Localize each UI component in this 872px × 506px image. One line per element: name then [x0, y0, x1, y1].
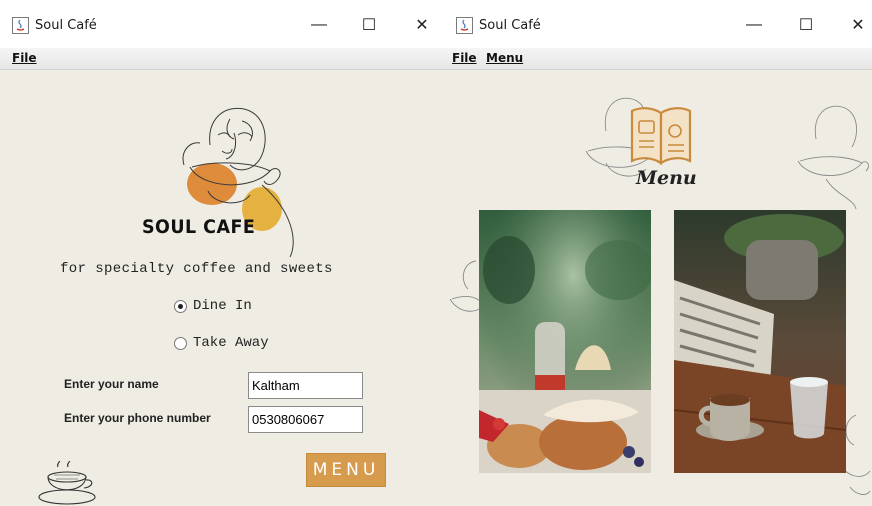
- maximize-button[interactable]: ☐: [786, 10, 826, 40]
- menu-window: Soul Café — ☐ ✕ File Menu Menu: [444, 0, 872, 506]
- login-window: Soul Café — ☐ ✕ File SOUL CAFE for speci…: [0, 0, 444, 506]
- phone-field[interactable]: [248, 406, 363, 433]
- menu-panel: Menu: [444, 71, 872, 506]
- radio-dine-in[interactable]: Dine In: [174, 298, 252, 314]
- menu-heading: Menu: [636, 167, 697, 189]
- pancakes-dessert-photo: [479, 210, 651, 473]
- radio-unselected-icon: [174, 336, 187, 350]
- sketch-face-decoration: [797, 105, 869, 209]
- phone-label: Enter your phone number: [64, 411, 211, 425]
- close-button[interactable]: ✕: [402, 10, 442, 40]
- close-icon: ✕: [851, 17, 865, 34]
- name-label: Enter your name: [64, 377, 159, 391]
- menu-bar: File: [0, 48, 444, 70]
- radio-label: Dine In: [193, 298, 252, 314]
- java-app-icon: [456, 17, 473, 34]
- brand-name: SOUL CAFE: [142, 216, 256, 238]
- minimize-button[interactable]: —: [299, 10, 339, 40]
- minimize-button[interactable]: —: [734, 10, 774, 40]
- maximize-button[interactable]: ☐: [349, 10, 389, 40]
- title-bar[interactable]: Soul Café — ☐ ✕: [444, 0, 872, 48]
- window-title: Soul Café: [479, 18, 541, 33]
- radio-take-away[interactable]: Take Away: [174, 335, 269, 351]
- login-panel: SOUL CAFE for specialty coffee and sweet…: [0, 71, 444, 506]
- radio-selected-icon: [174, 299, 187, 313]
- menu-button[interactable]: MENU: [306, 453, 386, 487]
- maximize-icon: ☐: [798, 17, 814, 34]
- minimize-icon: —: [311, 16, 327, 33]
- maximize-icon: ☐: [361, 17, 377, 34]
- minimize-icon: —: [746, 16, 762, 33]
- close-icon: ✕: [415, 17, 429, 34]
- close-button[interactable]: ✕: [838, 10, 872, 40]
- name-field[interactable]: [248, 372, 363, 399]
- menu-bar: File Menu: [444, 48, 872, 70]
- radio-label: Take Away: [193, 335, 269, 351]
- menu-book-icon: [630, 107, 692, 166]
- menu-file[interactable]: File: [452, 51, 477, 65]
- menu-file[interactable]: File: [12, 51, 37, 65]
- title-bar[interactable]: Soul Café — ☐ ✕: [0, 0, 444, 48]
- menu-menu[interactable]: Menu: [486, 51, 523, 65]
- coffee-and-newspaper-photo: [674, 210, 846, 473]
- coffee-cup-icon: [38, 461, 96, 505]
- window-title: Soul Café: [35, 18, 97, 33]
- tagline: for specialty coffee and sweets: [60, 261, 333, 277]
- java-app-icon: [12, 17, 29, 34]
